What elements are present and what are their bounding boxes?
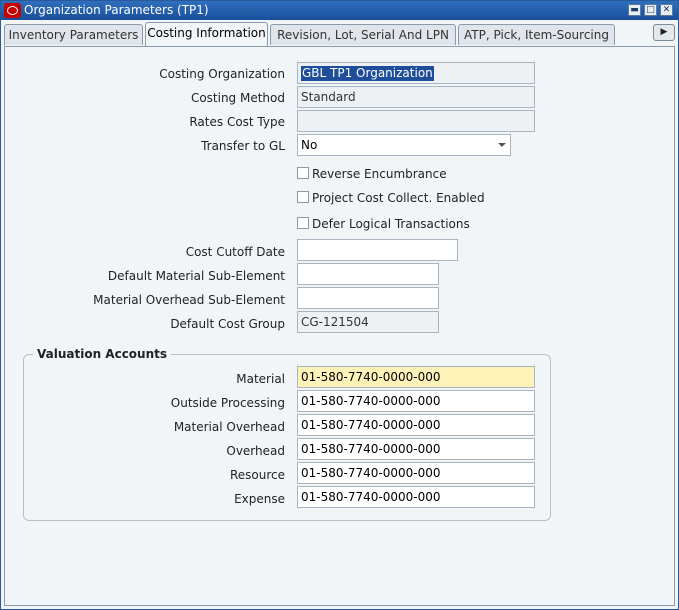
rates-cost-type-label: Rates Cost Type xyxy=(189,115,285,129)
minimize-button[interactable]: ▬ xyxy=(628,4,641,16)
tab-costing-information[interactable]: Costing Information xyxy=(145,22,268,46)
default-cost-group-label: Default Cost Group xyxy=(170,317,285,331)
outside-processing-account-label: Outside Processing xyxy=(170,396,285,410)
overhead-account-label: Overhead xyxy=(226,444,285,458)
tab-inventory-parameters[interactable]: Inventory Parameters xyxy=(4,24,143,45)
material-overhead-sub-element-label: Material Overhead Sub-Element xyxy=(93,293,285,307)
material-account-field[interactable]: 01-580-7740-0000-000 xyxy=(297,366,535,388)
organization-parameters-window: Organization Parameters (TP1) ▬ □ ✕ Inve… xyxy=(0,0,679,610)
default-cost-group-field[interactable]: CG-121504 xyxy=(297,311,439,333)
costing-organization-label: Costing Organization xyxy=(159,67,285,81)
transfer-to-gl-select[interactable]: No xyxy=(297,134,511,156)
maximize-button[interactable]: □ xyxy=(644,4,657,16)
valuation-accounts-title: Valuation Accounts xyxy=(33,347,172,361)
project-cost-collect-label: Project Cost Collect. Enabled xyxy=(312,191,485,205)
rates-cost-type-field[interactable] xyxy=(297,110,535,132)
tab-scroll-right-button[interactable]: ▶ xyxy=(653,24,675,41)
window-title: Organization Parameters (TP1) xyxy=(24,3,209,17)
transfer-to-gl-label: Transfer to GL xyxy=(201,139,285,153)
tab-revision-lot-serial-lpn[interactable]: Revision, Lot, Serial And LPN xyxy=(270,24,456,45)
resource-account-label: Resource xyxy=(229,468,285,482)
project-cost-collect-checkbox[interactable]: Project Cost Collect. Enabled xyxy=(297,191,485,205)
tab-atp-pick-item-sourcing[interactable]: ATP, Pick, Item-Sourcing xyxy=(458,24,615,45)
defer-logical-transactions-label: Defer Logical Transactions xyxy=(312,217,470,231)
checkbox-box[interactable] xyxy=(297,167,309,179)
cost-cutoff-date-field[interactable] xyxy=(297,239,458,261)
close-button[interactable]: ✕ xyxy=(660,4,673,16)
expense-account-field[interactable]: 01-580-7740-0000-000 xyxy=(297,486,535,508)
tab-strip: Inventory Parameters Costing Information… xyxy=(4,22,675,46)
defer-logical-transactions-checkbox[interactable]: Defer Logical Transactions xyxy=(297,217,470,231)
material-overhead-account-field[interactable]: 01-580-7740-0000-000 xyxy=(297,414,535,436)
reverse-encumbrance-label: Reverse Encumbrance xyxy=(312,167,447,181)
cost-cutoff-date-label: Cost Cutoff Date xyxy=(185,245,285,259)
transfer-to-gl-value: No xyxy=(301,138,318,152)
title-bar[interactable]: Organization Parameters (TP1) ▬ □ ✕ xyxy=(1,1,678,20)
material-overhead-account-label: Material Overhead xyxy=(173,420,285,434)
expense-account-label: Expense xyxy=(234,492,285,506)
costing-method-label: Costing Method xyxy=(190,91,285,105)
material-overhead-sub-element-field[interactable] xyxy=(297,287,439,309)
costing-organization-field[interactable]: GBL TP1 Organization xyxy=(297,62,535,84)
material-account-label: Material xyxy=(236,372,285,386)
oracle-app-icon xyxy=(4,3,21,18)
resource-account-field[interactable]: 01-580-7740-0000-000 xyxy=(297,462,535,484)
default-material-sub-element-label: Default Material Sub-Element xyxy=(107,269,285,283)
checkbox-box[interactable] xyxy=(297,191,309,203)
chevron-down-icon xyxy=(498,143,506,147)
costing-information-panel: Costing Organization GBL TP1 Organizatio… xyxy=(4,46,675,606)
reverse-encumbrance-checkbox[interactable]: Reverse Encumbrance xyxy=(297,167,447,181)
default-material-sub-element-field[interactable] xyxy=(297,263,439,285)
checkbox-box[interactable] xyxy=(297,217,309,229)
overhead-account-field[interactable]: 01-580-7740-0000-000 xyxy=(297,438,535,460)
costing-method-field[interactable]: Standard xyxy=(297,86,535,108)
costing-organization-value: GBL TP1 Organization xyxy=(301,66,434,81)
outside-processing-account-field[interactable]: 01-580-7740-0000-000 xyxy=(297,390,535,412)
